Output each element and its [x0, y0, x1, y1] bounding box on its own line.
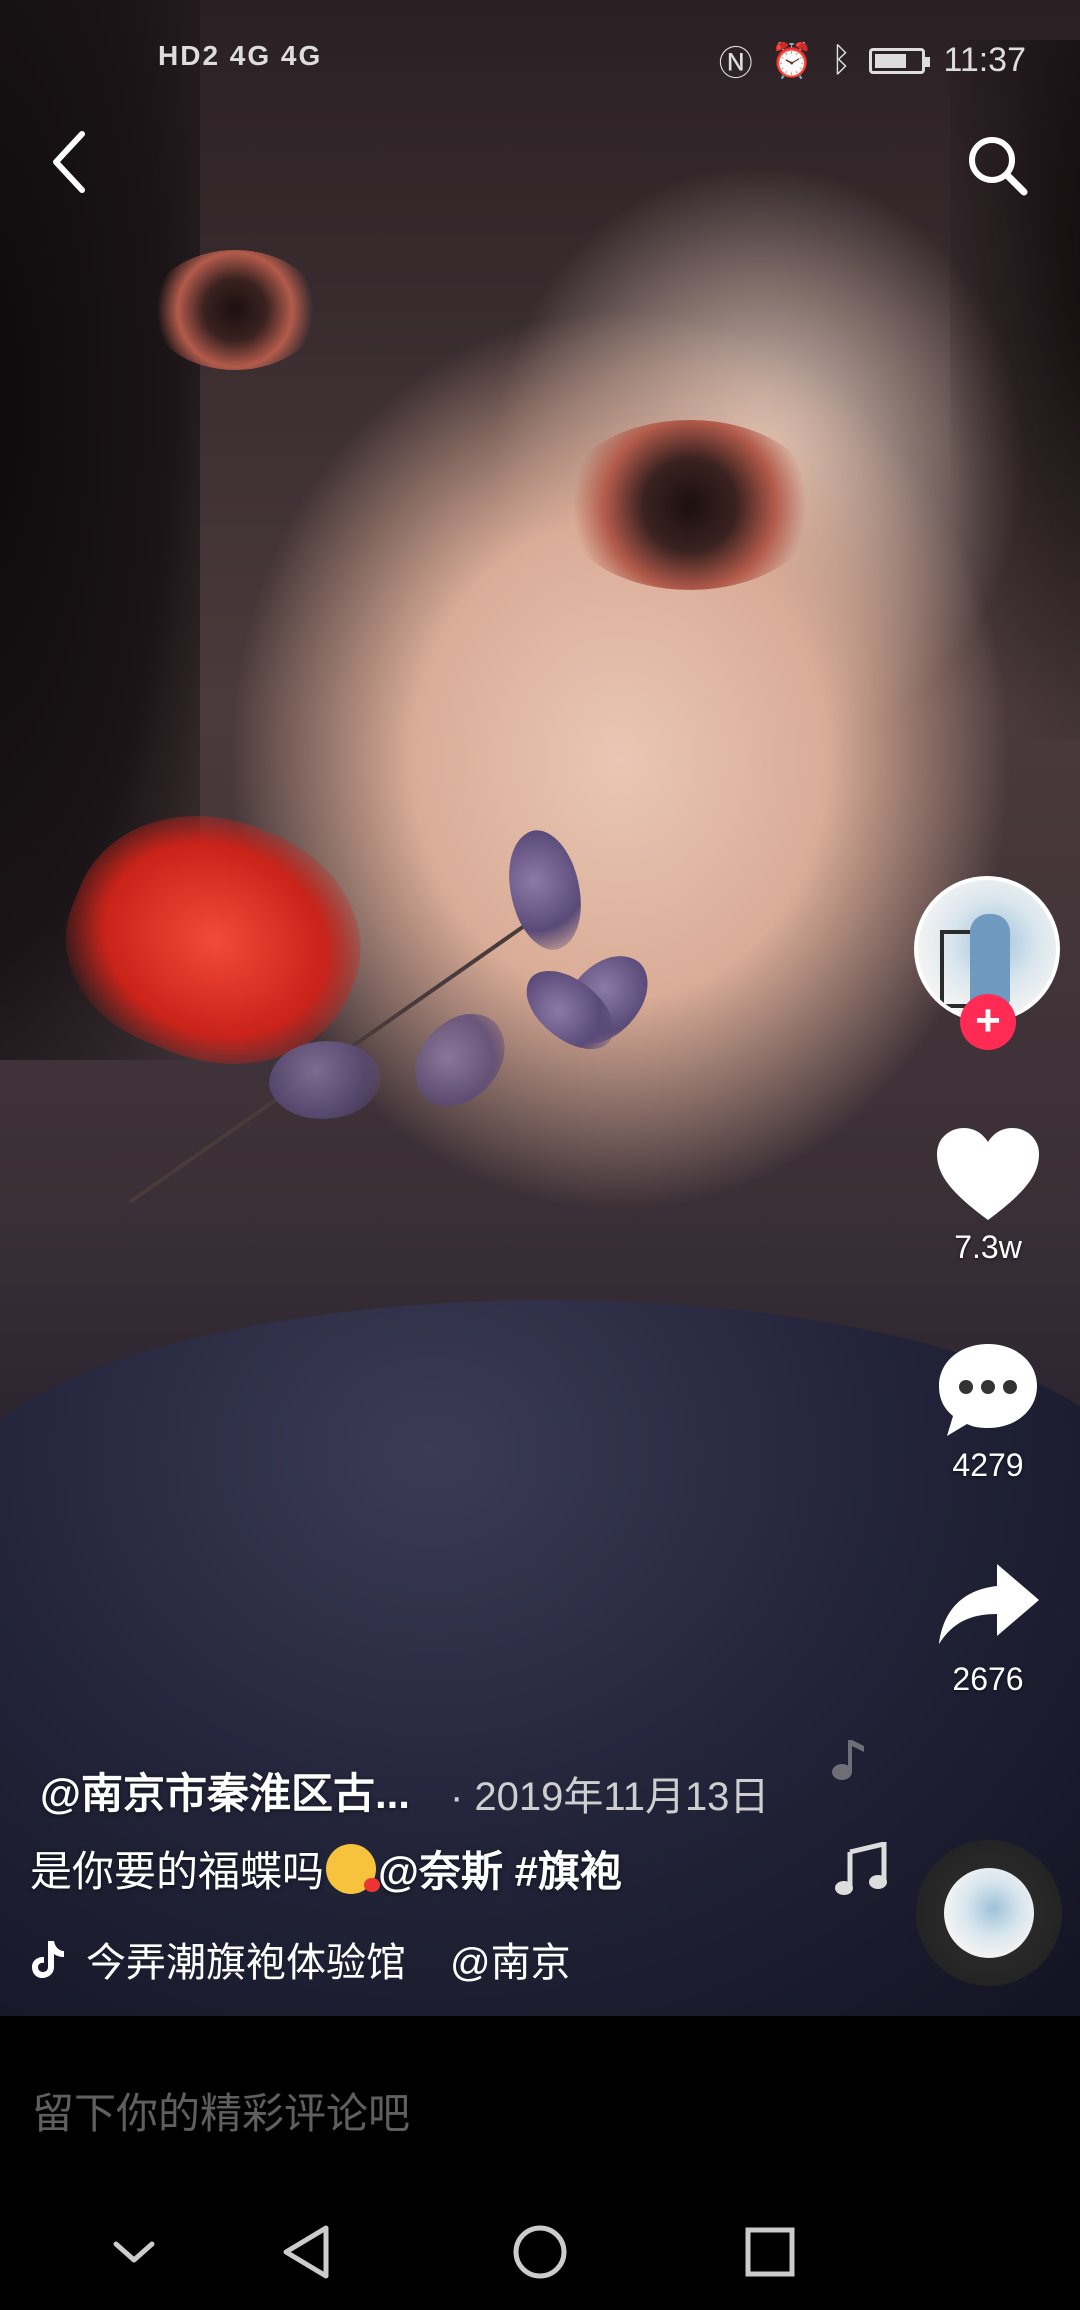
tiktok-note-icon: [32, 1941, 64, 1978]
status-right: Ⓝ ⏰ ᛒ 11:37: [719, 36, 1026, 85]
floating-note-icon: [832, 1740, 864, 1780]
chevron-left-icon: [53, 131, 85, 193]
clock: 11:37: [943, 41, 1026, 79]
comment-count: 4279: [952, 1447, 1024, 1483]
music-disc-cover: [944, 1868, 1034, 1958]
back-button[interactable]: [38, 120, 102, 204]
post-date: · 2019年11月13日: [450, 1775, 770, 1819]
follow-button[interactable]: +: [960, 994, 1016, 1050]
music-notes-icon: [835, 1842, 887, 1895]
comment-button[interactable]: 4279: [930, 1338, 1046, 1484]
share-arrow-icon: [939, 1564, 1039, 1644]
status-bar: HD2 4G 4G Ⓝ ⏰ ᛒ 11:37: [0, 0, 1080, 120]
signal-indicators: HD2 4G 4G: [158, 40, 323, 71]
search-icon: [969, 137, 1028, 196]
mention-link[interactable]: @奈斯: [378, 1848, 503, 1895]
alarm-icon: ⏰: [770, 41, 814, 80]
nav-hide-button[interactable]: [102, 2220, 166, 2284]
music-disc[interactable]: [916, 1840, 1062, 1986]
nav-recents-button[interactable]: [738, 2220, 802, 2284]
triangle-back-icon: [283, 2225, 329, 2279]
flower-petal: [396, 1000, 524, 1120]
nav-back-button[interactable]: [276, 2220, 340, 2284]
music-location[interactable]: @南京: [450, 1930, 571, 1988]
avatar-figure: [970, 914, 1010, 1006]
like-button[interactable]: 7.3w: [930, 1124, 1046, 1266]
hashtag-link[interactable]: #旗袍: [515, 1848, 622, 1895]
battery-level: [875, 53, 907, 68]
bluetooth-icon: ᛒ: [831, 41, 852, 79]
circle-home-icon: [513, 2225, 567, 2279]
heart-icon: [937, 1128, 1039, 1220]
video-eye-left: [150, 250, 320, 370]
share-count: 2676: [952, 1661, 1024, 1697]
square-recents-icon: [745, 2227, 795, 2277]
comment-icon: [939, 1344, 1037, 1436]
music-title[interactable]: 今弄潮旗袍体验馆: [86, 1930, 406, 1988]
nav-home-button[interactable]: [508, 2220, 572, 2284]
search-button[interactable]: [962, 130, 1032, 200]
like-count: 7.3w: [954, 1229, 1022, 1265]
caption: 是你要的福蝶吗 @奈斯 #旗袍: [30, 1838, 622, 1899]
author-name[interactable]: @南京市秦淮区古...: [40, 1760, 410, 1821]
kiss-emoji-icon: [326, 1844, 381, 1894]
caption-text: 是你要的福蝶吗: [30, 1848, 325, 1895]
chevron-down-icon: [113, 2241, 155, 2263]
comment-input[interactable]: 留下你的精彩评论吧: [32, 2080, 410, 2141]
share-button[interactable]: 2676: [930, 1556, 1046, 1698]
battery-icon: [869, 47, 931, 74]
music-row[interactable]: 今弄潮旗袍体验馆 @南京: [30, 1930, 571, 1988]
video-eye-right: [560, 420, 820, 590]
nfc-icon: Ⓝ: [718, 45, 753, 83]
video-frame[interactable]: [0, 0, 1080, 2016]
avatar-chair: [940, 930, 974, 1008]
